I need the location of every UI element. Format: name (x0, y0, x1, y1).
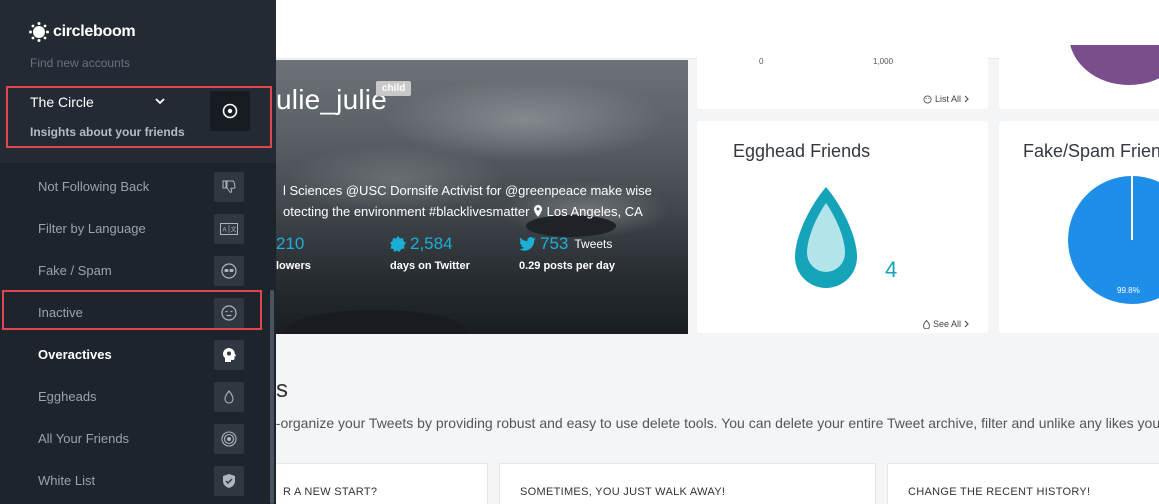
feature-card[interactable]: CHANGE THE RECENT HISTORY! (887, 463, 1159, 504)
find-new-accounts-link[interactable]: Find new accounts (30, 56, 130, 70)
account-badge: child (376, 81, 412, 96)
the-circle-menu[interactable]: The Circle (30, 94, 94, 110)
circle-submenu: Not Following Back Filter by Language A文… (0, 163, 276, 504)
see-all-link[interactable]: See All (923, 319, 970, 329)
target-icon (214, 424, 244, 454)
fake-spam-card: Fake/Spam Frien 99.8% (999, 121, 1159, 333)
top-right-card (999, 45, 1159, 109)
svg-text:A: A (223, 228, 227, 234)
chevron-down-icon[interactable] (154, 96, 166, 106)
axis-tick: 0 (759, 57, 764, 66)
brand-name: circleboom (53, 23, 136, 40)
language-icon: A文 (214, 214, 244, 244)
section-title: s (276, 376, 288, 403)
tweets-count: 753 Tweets (519, 234, 612, 254)
posts-per-day-label: 0.29 posts per day (519, 260, 615, 272)
circleboom-logo-icon (29, 22, 49, 42)
feature-card[interactable]: SOMETIMES, YOU JUST WALK AWAY! (499, 463, 876, 504)
chevron-right-icon (964, 320, 969, 328)
sidebar-scrollbar[interactable] (270, 290, 274, 504)
days-on-twitter-label: days on Twitter (390, 260, 470, 272)
nav-item-not-following-back[interactable]: Not Following Back (0, 165, 270, 207)
the-circle-subtitle: Insights about your friends (30, 125, 185, 139)
egg-icon (795, 187, 857, 288)
egg-icon (214, 382, 244, 412)
followers-label: lowers (276, 260, 311, 272)
section-description: e-organize your Tweets by providing robu… (268, 415, 1159, 431)
days-on-twitter-count: 2,584 (390, 234, 453, 254)
circle-target-icon (222, 103, 238, 119)
egghead-card-title: Egghead Friends (733, 141, 871, 161)
profile-name: ulie_julie (276, 84, 387, 115)
egg-outline-icon (923, 319, 930, 329)
fake-spam-card-title: Fake/Spam Frien (1023, 141, 1159, 161)
smiley-icon (923, 94, 932, 104)
location-pin-icon (534, 205, 543, 217)
nav-item-white-list[interactable]: White List (0, 459, 270, 501)
egghead-friends-card: Egghead Friends 4 See All (697, 121, 988, 333)
shield-check-icon (214, 466, 244, 496)
brand-logo[interactable]: circleboom (29, 22, 136, 42)
nav-item-overactives[interactable]: Overactives (0, 333, 270, 375)
nav-item-filter-by-language[interactable]: Filter by Language A文 (0, 207, 270, 249)
nav-item-eggheads[interactable]: Eggheads (0, 375, 270, 417)
profile-location: Los Angeles, CA (546, 204, 643, 219)
followers-count: 210 (276, 234, 305, 253)
svg-text:文: 文 (231, 226, 237, 234)
the-circle-button[interactable] (210, 91, 250, 131)
highlight-box (2, 290, 262, 330)
egghead-count: 4 (885, 257, 898, 282)
pie-slice (1069, 45, 1159, 85)
chevron-right-icon (964, 95, 969, 103)
spy-mask-icon (214, 256, 244, 286)
axis-tick: 1,000 (873, 57, 894, 66)
nav-item-fake-spam[interactable]: Fake / Spam (0, 249, 270, 291)
twitter-bird-icon (519, 237, 536, 251)
feature-card[interactable]: R A NEW START? (262, 463, 488, 504)
thumbs-down-icon (214, 172, 244, 202)
fake-spam-pie-chart: 99.8% (1068, 176, 1159, 304)
badge-icon (390, 236, 406, 252)
pie-percent-label: 99.8% (1117, 286, 1140, 295)
nav-item-all-your-friends[interactable]: All Your Friends (0, 417, 270, 459)
list-all-link[interactable]: List All (923, 94, 970, 104)
sidebar: circleboom Find new accounts The Circle … (0, 0, 276, 504)
top-chart-card: 0 1,000 List All (697, 45, 988, 109)
profile-bio: l Sciences @USC Dornsife Activist for @g… (283, 183, 652, 219)
head-gear-icon (214, 340, 244, 370)
